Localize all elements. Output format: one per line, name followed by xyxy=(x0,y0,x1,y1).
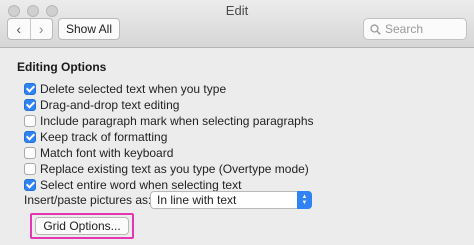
preferences-pane: Editing Options Delete selected text whe… xyxy=(0,49,474,245)
chevron-left-icon: ‹ xyxy=(16,21,22,37)
option-label: Include paragraph mark when selecting pa… xyxy=(40,113,314,128)
option-row[interactable]: Match font with keyboard xyxy=(24,145,173,160)
checkbox[interactable] xyxy=(24,162,36,175)
insert-paste-select[interactable]: In line with text ▲ ▼ xyxy=(150,191,312,209)
checkbox[interactable] xyxy=(24,114,36,127)
checkbox[interactable] xyxy=(24,130,36,143)
option-row[interactable]: Include paragraph mark when selecting pa… xyxy=(24,113,314,128)
option-row[interactable]: Delete selected text when you type xyxy=(24,81,226,96)
window-title: Edit xyxy=(225,3,249,18)
window-titlebar: Edit ‹ › Show All Search xyxy=(0,0,474,48)
option-label: Drag-and-drop text editing xyxy=(40,97,180,112)
section-title: Editing Options xyxy=(17,60,107,74)
option-label: Replace existing text as you type (Overt… xyxy=(40,161,309,176)
insert-paste-value: In line with text xyxy=(157,193,237,207)
option-row[interactable]: Drag-and-drop text editing xyxy=(24,97,179,112)
search-field[interactable]: Search xyxy=(363,18,467,40)
option-row[interactable]: Keep track of formatting xyxy=(24,129,167,144)
back-button[interactable]: ‹ xyxy=(8,19,31,39)
checkbox[interactable] xyxy=(24,98,36,111)
search-placeholder: Search xyxy=(385,22,424,36)
forward-button[interactable]: › xyxy=(31,19,53,39)
checkbox[interactable] xyxy=(24,82,36,95)
insert-paste-label: Insert/paste pictures as: xyxy=(24,193,152,207)
search-icon xyxy=(370,23,381,35)
updown-arrows-icon: ▲ ▼ xyxy=(297,191,312,209)
chevron-right-icon: › xyxy=(38,21,44,37)
grid-options-button[interactable]: Grid Options... xyxy=(35,217,129,235)
show-all-button[interactable]: Show All xyxy=(58,18,120,40)
checkbox[interactable] xyxy=(24,178,36,191)
option-row[interactable]: Select entire word when selecting text xyxy=(24,177,241,192)
option-label: Match font with keyboard xyxy=(40,145,174,160)
option-label: Keep track of formatting xyxy=(40,129,168,144)
option-row[interactable]: Replace existing text as you type (Overt… xyxy=(24,161,309,176)
checkbox[interactable] xyxy=(24,146,36,159)
navigation-buttons: ‹ › xyxy=(7,18,53,40)
option-label: Select entire word when selecting text xyxy=(40,177,242,192)
option-label: Delete selected text when you type xyxy=(40,81,227,96)
